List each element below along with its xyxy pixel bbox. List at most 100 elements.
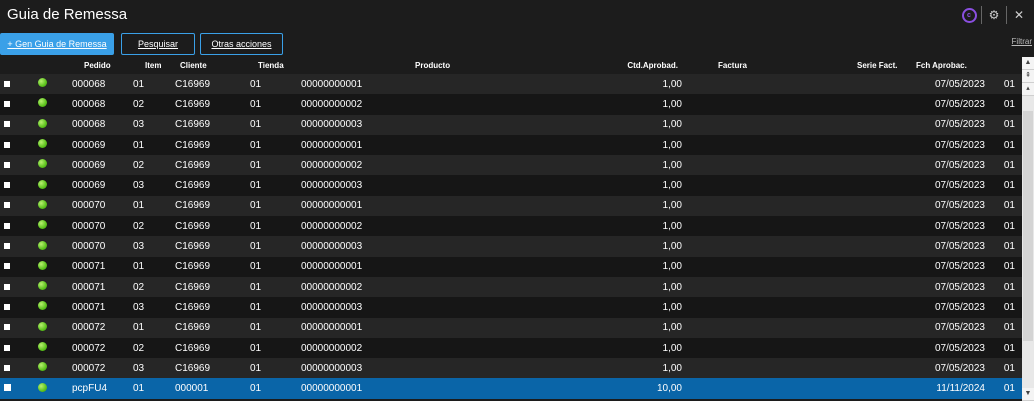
cell-item: 02 — [133, 98, 145, 110]
cell-producto: 00000000001 — [301, 383, 363, 395]
cell-pedido: 000072 — [72, 362, 106, 374]
cell-fch-aprobac: 07/05/2023 — [934, 322, 985, 334]
row-checkbox[interactable] — [0, 180, 17, 191]
status-green-icon — [38, 240, 47, 250]
otras-acciones-button[interactable]: Otras acciones — [200, 33, 283, 55]
cell-pedido: 000070 — [72, 200, 106, 212]
status-cell — [17, 281, 67, 293]
close-icon[interactable]: ✕ — [1010, 6, 1028, 24]
cell-pedido: 000071 — [72, 301, 106, 313]
table-row-selected[interactable]: pcpFU4 01 000001 01 00000000001 10,00 11/11/20… — [0, 378, 1034, 399]
checkbox-icon[interactable] — [4, 121, 10, 128]
checkbox-icon[interactable] — [4, 364, 10, 371]
checkbox-icon[interactable] — [4, 243, 10, 250]
cell-fch-aprobac: 07/05/2023 — [934, 301, 985, 313]
table-row[interactable]: 000070 03 C16969 01 00000000003 1,00 07/05/202… — [0, 236, 1034, 257]
cell-tienda: 01 — [250, 362, 262, 374]
table-row[interactable]: 000072 03 C16969 01 00000000003 1,00 07/05/202… — [0, 358, 1034, 379]
header-tienda[interactable]: Tienda — [241, 61, 301, 70]
header-factura[interactable]: Factura — [684, 61, 786, 70]
checkbox-icon[interactable] — [4, 202, 10, 209]
row-checkbox[interactable] — [0, 160, 17, 171]
cell-extra: 01 — [1003, 98, 1015, 110]
row-checkbox[interactable] — [0, 261, 17, 272]
checkbox-icon[interactable] — [4, 222, 10, 229]
cell-pedido: 000072 — [72, 342, 106, 354]
checkbox-icon[interactable] — [4, 344, 10, 351]
cell-cliente: C16969 — [175, 241, 211, 253]
table-row[interactable]: 000070 01 C16969 01 00000000001 1,00 07/05/202… — [0, 195, 1034, 217]
row-checkbox[interactable] — [0, 302, 17, 313]
row-checkbox[interactable] — [0, 200, 17, 211]
cell-cliente: C16969 — [175, 281, 211, 293]
row-checkbox[interactable] — [0, 383, 17, 394]
row-checkbox[interactable] — [0, 343, 17, 354]
cell-cliente: C16969 — [175, 200, 211, 212]
cell-cliente: C16969 — [175, 159, 211, 171]
checkbox-icon[interactable] — [4, 283, 10, 290]
checkbox-icon[interactable] — [4, 161, 10, 168]
checkbox-checked-icon[interactable] — [4, 384, 11, 392]
row-checkbox[interactable] — [0, 363, 17, 374]
cell-producto: 00000000001 — [301, 78, 363, 90]
table-row[interactable]: 000068 01 C16969 01 00000000001 1,00 07/05/202… — [0, 74, 1034, 95]
status-cell — [17, 382, 67, 395]
table-row[interactable]: 000069 03 C16969 01 00000000003 1,00 07/05/202… — [0, 175, 1034, 196]
table-row[interactable]: 000072 02 C16969 01 00000000002 1,00 07/05/202… — [0, 337, 1034, 359]
grid-body: 000068 01 C16969 01 00000000001 1,00 07/05/202… — [0, 74, 1034, 399]
cell-extra: 01 — [1003, 139, 1015, 151]
vertical-scrollbar[interactable]: ▲ ⇞ ▴ ▼ — [1022, 57, 1034, 401]
cell-ctd-aprobad: 1,00 — [662, 139, 682, 151]
header-pedido[interactable]: Pedido — [67, 61, 132, 70]
row-checkbox[interactable] — [0, 322, 17, 333]
header-producto[interactable]: Producto — [301, 61, 541, 70]
checkbox-icon[interactable] — [4, 263, 10, 270]
table-row[interactable]: 000072 01 C16969 01 00000000001 1,00 07/05/202… — [0, 317, 1034, 338]
scroll-page-up-icon[interactable]: ⇞ — [1022, 70, 1034, 83]
checkbox-icon[interactable] — [4, 182, 10, 189]
status-cell — [17, 301, 67, 313]
header-item[interactable]: Item — [132, 61, 172, 70]
cell-pedido: 000071 — [72, 261, 106, 273]
cell-pedido: 000068 — [72, 78, 106, 90]
row-checkbox[interactable] — [0, 282, 17, 293]
table-row[interactable]: 000071 03 C16969 01 00000000003 1,00 07/05/202… — [0, 297, 1034, 318]
scroll-top-icon[interactable]: ▲ — [1022, 57, 1034, 70]
scrollbar-thumb[interactable] — [1023, 111, 1033, 341]
cell-extra: 01 — [1003, 159, 1015, 171]
status-cell — [17, 159, 67, 171]
gen-guia-remessa-button[interactable]: + Gen Guia de Remessa — [0, 33, 114, 55]
cell-cliente: 000001 — [175, 383, 209, 395]
header-ctd-aprobad[interactable]: Ctd.Aprobad. — [541, 61, 684, 70]
row-checkbox[interactable] — [0, 99, 17, 110]
table-row[interactable]: 000068 02 C16969 01 00000000002 1,00 07/05/202… — [0, 94, 1034, 115]
row-checkbox[interactable] — [0, 119, 17, 130]
c-circle-icon[interactable]: c — [960, 6, 978, 24]
checkbox-icon[interactable] — [4, 80, 10, 87]
row-checkbox[interactable] — [0, 79, 17, 90]
scroll-down-icon[interactable]: ▼ — [1022, 388, 1034, 401]
cell-cliente: C16969 — [175, 342, 211, 354]
checkbox-icon[interactable] — [4, 141, 10, 148]
table-row[interactable]: 000071 02 C16969 01 00000000002 1,00 07/05/202… — [0, 276, 1034, 298]
row-checkbox[interactable] — [0, 221, 17, 232]
header-serie-fact[interactable]: Serie Fact. — [786, 61, 914, 70]
pesquisar-button[interactable]: Pesquisar — [121, 33, 195, 55]
table-row[interactable]: 000071 01 C16969 01 00000000001 1,00 07/05/202… — [0, 256, 1034, 277]
header-cliente[interactable]: Cliente — [172, 61, 241, 70]
checkbox-icon[interactable] — [4, 100, 10, 107]
table-row[interactable]: 000070 02 C16969 01 00000000002 1,00 07/05/202… — [0, 216, 1034, 237]
checkbox-icon[interactable] — [4, 303, 10, 310]
table-row[interactable]: 000069 01 C16969 01 00000000001 1,00 07/05/202… — [0, 134, 1034, 156]
cell-producto: 00000000003 — [301, 180, 363, 192]
header-fch-aprobac[interactable]: Fch Aprobac. — [914, 61, 987, 70]
filtrar-link[interactable]: Filtrar — [1012, 37, 1032, 46]
gear-icon[interactable]: ⚙ — [985, 6, 1003, 24]
table-row[interactable]: 000069 02 C16969 01 00000000002 1,00 07/05/202… — [0, 155, 1034, 176]
row-checkbox[interactable] — [0, 140, 17, 151]
row-checkbox[interactable] — [0, 241, 17, 252]
checkbox-icon[interactable] — [4, 324, 10, 331]
scroll-up-icon[interactable]: ▴ — [1022, 83, 1034, 96]
table-row[interactable]: 000068 03 C16969 01 00000000003 1,00 07/05/202… — [0, 114, 1034, 135]
cell-ctd-aprobad: 1,00 — [662, 241, 682, 253]
